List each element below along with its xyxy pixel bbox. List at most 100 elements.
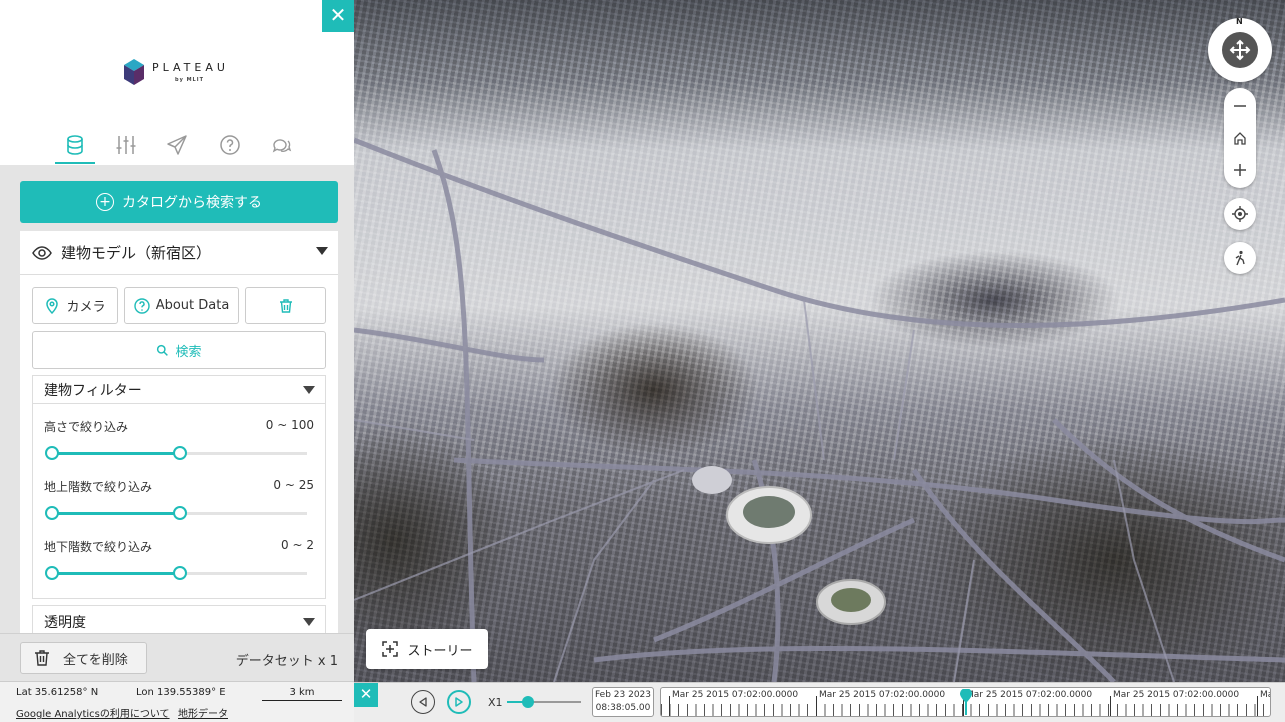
filter-value: 0 ~ 100 <box>265 418 314 432</box>
chevron-down-icon <box>303 618 315 626</box>
cube-logo-icon <box>124 59 144 85</box>
opacity-section: 透明度 <box>32 605 326 633</box>
building-filter-header[interactable]: 建物フィルター <box>33 376 325 404</box>
catalog-search-button[interactable]: + カタログから検索する <box>20 181 338 223</box>
filter-rows: 高さで絞り込み 0 ~ 100 地上階数で絞り込み 0 ~ 25 地下階数で絞り… <box>33 404 325 584</box>
current-time: 08:38:05.00 <box>595 703 651 713</box>
delete-all-button[interactable]: 全てを削除 <box>20 642 147 674</box>
range-max-handle[interactable] <box>173 566 187 580</box>
search-icon <box>157 344 169 356</box>
filter-row: 高さで絞り込み 0 ~ 100 <box>33 404 325 464</box>
timeline-tick-label: Mar 25 2015 07:02:00.0000 <box>819 690 946 700</box>
dataset-collapse-icon[interactable] <box>316 247 328 255</box>
filter-label: 高さで絞り込み <box>44 420 129 434</box>
range-fill <box>52 512 180 515</box>
dataset-header: 建物モデル（新宿区） <box>20 231 338 275</box>
sliders-icon <box>116 136 136 154</box>
zoom-out-button[interactable] <box>1224 90 1256 122</box>
timeline: ✕ X1 Feb 23 2023 08:38:05.00 Mar 25 2015… <box>354 682 1285 722</box>
range-max-handle[interactable] <box>173 506 187 520</box>
about-data-label: About Data <box>155 298 230 313</box>
filter-row: 地下階数で絞り込み 0 ~ 2 <box>33 524 325 584</box>
panel-body: + カタログから検索する 建物モデル（新宿区） カメラ About Data 検… <box>0 165 354 633</box>
timeline-major-tick <box>816 696 817 716</box>
walk-icon <box>1235 250 1245 266</box>
chevron-down-icon <box>303 386 315 394</box>
story-add-icon <box>382 641 399 657</box>
range-min-handle[interactable] <box>45 506 59 520</box>
play-button[interactable] <box>447 690 471 714</box>
current-date: Feb 23 2023 <box>594 690 651 700</box>
filter-value: 0 ~ 2 <box>281 538 314 552</box>
status-bar: Lat 35.61258° N Lon 139.55389° E 3 km Go… <box>0 681 354 722</box>
range-fill <box>52 452 180 455</box>
road-network <box>354 137 1285 682</box>
about-data-button[interactable]: About Data <box>124 287 239 324</box>
close-icon: ✕ <box>329 5 347 27</box>
plus-circle-icon: + <box>96 193 114 211</box>
range-min-handle[interactable] <box>45 446 59 460</box>
speed-handle[interactable] <box>521 696 534 708</box>
pan-control-icon[interactable] <box>1222 32 1258 68</box>
range-slider[interactable] <box>45 506 307 520</box>
speed-slider[interactable] <box>507 696 581 708</box>
tab-dataset[interactable] <box>55 128 95 164</box>
tab-tools[interactable] <box>106 128 146 164</box>
play-icon <box>455 697 463 707</box>
filter-label: 地下階数で絞り込み <box>44 540 153 554</box>
zoom-in-button[interactable] <box>1224 154 1256 186</box>
camera-button[interactable]: カメラ <box>32 287 118 324</box>
range-slider[interactable] <box>45 566 307 580</box>
tab-share[interactable] <box>157 128 197 164</box>
search-button[interactable]: 検索 <box>32 331 326 369</box>
my-location-button[interactable] <box>1224 198 1256 230</box>
close-icon: ✕ <box>359 686 373 703</box>
chat-icon <box>272 139 292 153</box>
zoom-control <box>1224 88 1256 188</box>
filter-value: 0 ~ 25 <box>273 478 314 492</box>
help-circle-icon <box>133 297 150 314</box>
trash-icon <box>35 650 49 666</box>
catalog-search-label: カタログから検索する <box>122 195 262 211</box>
current-datetime: Feb 23 2023 08:38:05.00 <box>592 687 654 717</box>
side-panel: ✕ PLATEAU by MLIT + カタログから検索する 建物モデル（新宿区… <box>0 0 354 722</box>
pedestrian-mode-button[interactable] <box>1224 242 1256 274</box>
help-icon <box>220 135 240 155</box>
compass[interactable]: N <box>1208 17 1272 82</box>
timeline-close-button[interactable]: ✕ <box>354 683 378 707</box>
range-min-handle[interactable] <box>45 566 59 580</box>
tab-feedback[interactable] <box>262 128 302 164</box>
home-button[interactable] <box>1224 122 1256 154</box>
timeline-tick-label: Mar 25 2015 07:02:00.0000 <box>966 690 1093 700</box>
delete-dataset-button[interactable] <box>245 287 326 324</box>
opacity-header[interactable]: 透明度 <box>33 606 325 633</box>
filter-row: 地上階数で絞り込み 0 ~ 25 <box>33 464 325 524</box>
dataset-count: データセット x 1 <box>235 654 338 669</box>
logo-subtitle: by MLIT <box>175 77 205 83</box>
terrain-data-link[interactable]: 地形データ <box>178 705 228 720</box>
latitude-readout: Lat 35.61258° N <box>16 687 99 698</box>
speed-label: X1 <box>488 696 503 709</box>
rewind-button[interactable] <box>411 690 435 714</box>
timeline-thumb-icon[interactable] <box>959 689 973 715</box>
range-slider[interactable] <box>45 446 307 460</box>
delete-all-label: 全てを削除 <box>63 652 128 668</box>
timeline-major-tick <box>669 696 670 716</box>
longitude-readout: Lon 139.55389° E <box>136 687 226 698</box>
scale-label: 3 km <box>289 687 315 698</box>
google-analytics-link[interactable]: Google Analyticsの利用について <box>16 705 170 720</box>
send-icon <box>167 135 187 155</box>
panel-close-button[interactable]: ✕ <box>322 0 354 32</box>
scale-bar <box>262 700 342 701</box>
eye-icon[interactable] <box>32 243 52 263</box>
map-viewport[interactable] <box>354 0 1285 682</box>
building-filter-section: 建物フィルター 高さで絞り込み 0 ~ 100 地上階数で絞り込み 0 ~ 25 <box>32 375 326 599</box>
tab-help[interactable] <box>210 128 250 164</box>
camera-button-label: カメラ <box>66 300 106 315</box>
logo-wordmark: PLATEAU <box>152 61 229 74</box>
location-pin-icon <box>46 297 59 314</box>
dataset-card: 建物モデル（新宿区） カメラ About Data 検索 建物フィルター 高さで… <box>20 231 338 633</box>
timeline-tick-label: Mar 25 2015 07:02:00.0000 <box>1113 690 1240 700</box>
story-button[interactable]: ストーリー <box>366 629 488 669</box>
range-max-handle[interactable] <box>173 446 187 460</box>
